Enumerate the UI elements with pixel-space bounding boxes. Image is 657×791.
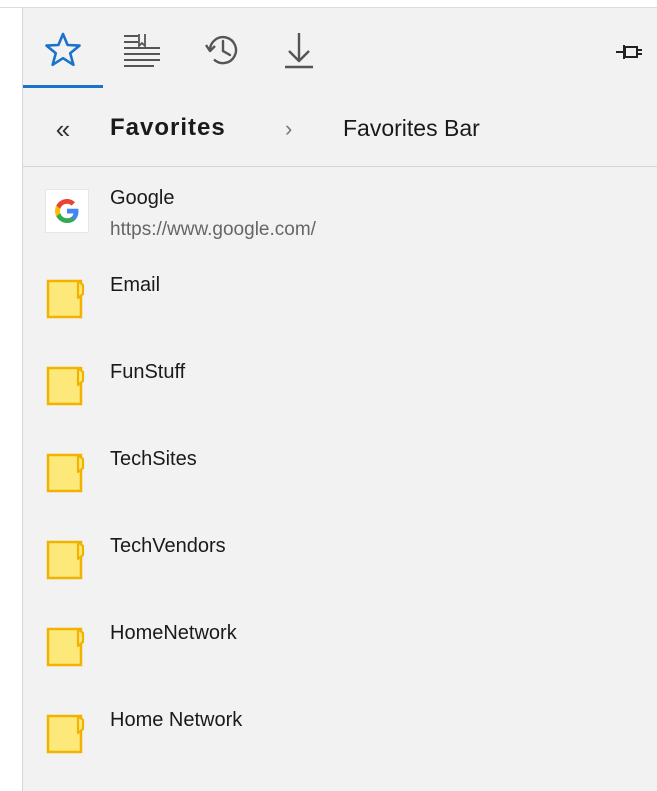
- star-icon: [45, 32, 81, 67]
- favorites-hub-panel: « Favorites › Favorites Bar Google https…: [22, 8, 657, 791]
- list-item[interactable]: HomeNetwork: [23, 602, 657, 689]
- folder-icon: [46, 714, 85, 754]
- list-item-title: Home Network: [110, 709, 243, 731]
- breadcrumb: « Favorites › Favorites Bar: [23, 88, 657, 167]
- list-item-url: https://www.google.com/: [110, 219, 316, 240]
- favorites-list: Google https://www.google.com/ Email Fun…: [23, 167, 657, 776]
- folder-icon: [46, 540, 85, 580]
- list-item-title: Email: [110, 274, 161, 296]
- tab-downloads[interactable]: [269, 24, 329, 76]
- hub-toolbar: [23, 8, 657, 88]
- list-item[interactable]: Google https://www.google.com/: [23, 167, 657, 254]
- download-icon: [285, 33, 313, 69]
- list-item-title: TechSites: [110, 448, 197, 470]
- google-icon: [45, 189, 89, 233]
- breadcrumb-favorites-bar[interactable]: Favorites Bar: [343, 115, 480, 142]
- list-item-title: HomeNetwork: [110, 622, 237, 644]
- reading-list-icon: [124, 34, 160, 67]
- tab-reading-list[interactable]: [113, 24, 173, 76]
- list-item[interactable]: Home Network: [23, 689, 657, 776]
- list-item-title: FunStuff: [110, 361, 186, 383]
- chevron-right-icon: ›: [285, 116, 293, 141]
- list-item[interactable]: Email: [23, 254, 657, 341]
- breadcrumb-back-button[interactable]: «: [43, 112, 83, 146]
- pin-button[interactable]: [613, 36, 645, 68]
- list-item-title: Google: [110, 187, 175, 209]
- breadcrumb-favorites[interactable]: Favorites: [110, 114, 226, 142]
- history-icon: [205, 35, 238, 65]
- tab-favorites[interactable]: [33, 24, 93, 76]
- folder-icon: [46, 366, 85, 406]
- tab-history[interactable]: [193, 24, 253, 76]
- list-item[interactable]: TechVendors: [23, 515, 657, 602]
- list-item[interactable]: FunStuff: [23, 341, 657, 428]
- double-chevron-left-icon: «: [55, 113, 71, 144]
- list-item[interactable]: TechSites: [23, 428, 657, 515]
- folder-icon: [46, 453, 85, 493]
- folder-icon: [46, 279, 85, 319]
- list-item-title: TechVendors: [110, 535, 226, 557]
- folder-icon: [46, 627, 85, 667]
- window-top-edge: [0, 0, 657, 8]
- pin-icon: [616, 45, 642, 59]
